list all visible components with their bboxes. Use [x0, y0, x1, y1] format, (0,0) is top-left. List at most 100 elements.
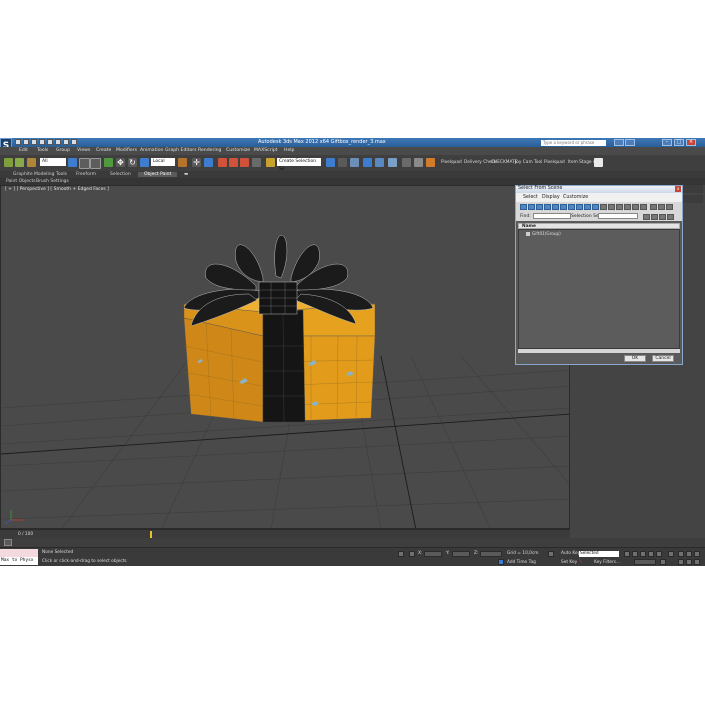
select-none-icon[interactable]: [651, 214, 658, 220]
lock-selection-icon[interactable]: [398, 551, 404, 557]
next-frame-icon[interactable]: [648, 551, 654, 557]
display-all-icon[interactable]: [616, 204, 623, 210]
dialog-close-button[interactable]: x: [675, 186, 681, 192]
keyboard-shortcut-override-icon[interactable]: [204, 158, 213, 167]
previous-frame-icon[interactable]: [632, 551, 638, 557]
menu-edit[interactable]: Edit: [19, 148, 28, 153]
key-filters-button[interactable]: Key Filters...: [594, 560, 620, 565]
toolbar-checkmate-label[interactable]: CHECKMATE: [491, 160, 517, 165]
new-icon[interactable]: [15, 139, 21, 145]
select-by-name-icon[interactable]: [79, 158, 90, 169]
move-icon[interactable]: ✥: [116, 158, 125, 167]
save-icon[interactable]: [31, 139, 37, 145]
curve-editor-icon[interactable]: [375, 158, 384, 167]
selection-filter-dropdown[interactable]: All: [40, 158, 66, 166]
material-editor-icon[interactable]: [402, 158, 411, 167]
go-to-start-icon[interactable]: [624, 551, 630, 557]
menu-group[interactable]: Group: [56, 148, 70, 153]
z-coordinate-field[interactable]: [480, 551, 502, 557]
tab-graphite-modeling[interactable]: Graphite Modeling Tools: [13, 172, 67, 177]
select-object-icon[interactable]: [68, 158, 77, 167]
mirror-icon[interactable]: [326, 158, 335, 167]
zoom-all-icon[interactable]: [686, 551, 692, 557]
menu-animation[interactable]: Animation: [140, 148, 163, 153]
graphite-toggle-icon[interactable]: [363, 158, 372, 167]
named-selection-dropdown[interactable]: Create Selection Se: [277, 158, 321, 172]
undo-icon[interactable]: [39, 139, 45, 145]
select-invert-icon[interactable]: [659, 214, 666, 220]
bow[interactable]: [183, 235, 374, 327]
brush-settings-panel[interactable]: Brush Settings: [36, 179, 69, 184]
key-selection-dropdown[interactable]: Selected: [579, 551, 619, 557]
select-manipulate-icon[interactable]: ✛: [192, 158, 201, 167]
display-bones-icon[interactable]: [584, 204, 591, 210]
x-coordinate-field[interactable]: [424, 551, 442, 557]
y-coordinate-field[interactable]: [452, 551, 470, 557]
key-icon[interactable]: ╲: [579, 559, 582, 564]
window-crossing-icon[interactable]: [104, 158, 113, 167]
menu-graph-editors[interactable]: Graph Editors: [165, 148, 197, 153]
scene-object-list[interactable]: Gift01(Group): [518, 229, 680, 349]
reference-coordinate-dropdown[interactable]: Local: [151, 158, 175, 166]
subscription-icon[interactable]: [614, 139, 624, 146]
display-groups-icon[interactable]: [568, 204, 575, 210]
dialog-menu-customize[interactable]: Customize: [563, 195, 588, 200]
project-folder-icon[interactable]: [71, 139, 77, 145]
redo-icon[interactable]: [47, 139, 53, 145]
maximize-viewport-icon[interactable]: [694, 559, 700, 565]
scale-icon[interactable]: [140, 158, 149, 167]
dialog-menu-select[interactable]: Select: [523, 195, 538, 200]
toolbar-joy-cam-label[interactable]: Joy Cam Tool: [515, 160, 542, 165]
absolute-mode-icon[interactable]: [409, 551, 415, 557]
mini-curve-editor-icon[interactable]: [4, 539, 12, 546]
display-invert-icon[interactable]: [632, 204, 639, 210]
options-icon[interactable]: [667, 214, 674, 220]
ok-button[interactable]: OK: [624, 355, 646, 362]
display-containers-icon[interactable]: [592, 204, 599, 210]
zoom-icon[interactable]: [678, 551, 684, 557]
maximize-button[interactable]: □: [674, 139, 684, 146]
auto-key-button[interactable]: Auto Key: [561, 551, 580, 556]
find-input[interactable]: [533, 213, 571, 219]
menu-rendering[interactable]: Rendering: [198, 148, 221, 153]
menu-views[interactable]: Views: [77, 148, 90, 153]
current-frame-field[interactable]: [634, 559, 656, 565]
key-mode-icon[interactable]: [548, 551, 554, 557]
toolbar-pixelquad-label[interactable]: Pixelquad: [441, 160, 462, 165]
menu-customize[interactable]: Customize: [226, 148, 250, 153]
render-setup-icon[interactable]: [414, 158, 423, 167]
set-key-button[interactable]: Set Key: [561, 560, 577, 565]
teapot-icon[interactable]: [594, 158, 603, 167]
hold-icon[interactable]: [55, 139, 61, 145]
layer-manager-icon[interactable]: [350, 158, 359, 167]
time-configuration-icon[interactable]: [660, 559, 666, 565]
search-input[interactable]: Type a keyword or phrase: [541, 140, 606, 146]
selection-set-dropdown[interactable]: [598, 213, 638, 219]
paint-objects-panel[interactable]: Paint Objects: [6, 179, 36, 184]
menu-tools[interactable]: Tools: [37, 148, 48, 153]
region-select-icon[interactable]: [90, 158, 101, 169]
rotate-icon[interactable]: ↻: [128, 158, 137, 167]
angle-snap-icon[interactable]: [229, 158, 238, 167]
menu-create[interactable]: Create: [96, 148, 111, 153]
tab-selection[interactable]: Selection: [110, 172, 131, 177]
display-xrefs-icon[interactable]: [576, 204, 583, 210]
minimize-button[interactable]: –: [662, 139, 672, 146]
menu-maxscript[interactable]: MAXScript: [254, 148, 278, 153]
maxscript-listener-top[interactable]: [0, 549, 38, 557]
list-item[interactable]: Gift01(Group): [519, 231, 679, 237]
fetch-icon[interactable]: [63, 139, 69, 145]
display-none-icon[interactable]: [624, 204, 631, 210]
open-icon[interactable]: [23, 139, 29, 145]
pan-view-icon[interactable]: [686, 559, 692, 565]
display-frozen-icon[interactable]: [600, 204, 607, 210]
filter-icon[interactable]: [650, 204, 657, 210]
percent-snap-icon[interactable]: [240, 158, 249, 167]
render-production-icon[interactable]: [426, 158, 435, 167]
display-hidden-icon[interactable]: [608, 204, 615, 210]
expand-icon[interactable]: [666, 204, 673, 210]
play-icon[interactable]: [640, 551, 646, 557]
select-all-icon[interactable]: [643, 214, 650, 220]
bind-spacewarp-icon[interactable]: [27, 158, 36, 167]
find-case-icon[interactable]: [658, 204, 665, 210]
